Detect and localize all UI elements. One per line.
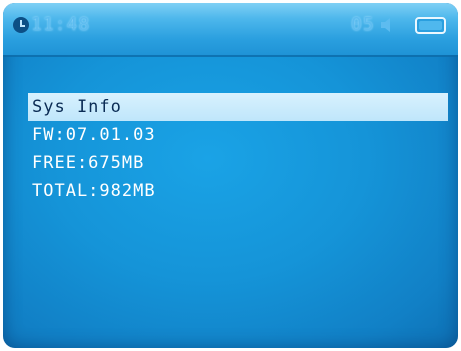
menu-title-sys-info[interactable]: Sys Info [28, 93, 448, 121]
device-screen: 11:48 05 Sys Info FW:07.01.03 FREE:675MB… [3, 3, 458, 348]
device-bezel: 11:48 05 Sys Info FW:07.01.03 FREE:675MB… [0, 0, 461, 351]
speaker-icon [381, 18, 391, 32]
menu-item-total-space[interactable]: TOTAL:982MB [28, 177, 448, 205]
clock-icon [13, 17, 29, 33]
sys-info-menu: Sys Info FW:07.01.03 FREE:675MB TOTAL:98… [28, 93, 448, 205]
status-divider [3, 55, 458, 57]
status-bar: 11:48 05 [3, 3, 458, 55]
menu-item-free-space[interactable]: FREE:675MB [28, 149, 448, 177]
menu-item-firmware[interactable]: FW:07.01.03 [28, 121, 448, 149]
battery-icon [415, 17, 446, 34]
clock-time: 11:48 [31, 14, 91, 35]
volume-level: 05 [351, 14, 375, 35]
